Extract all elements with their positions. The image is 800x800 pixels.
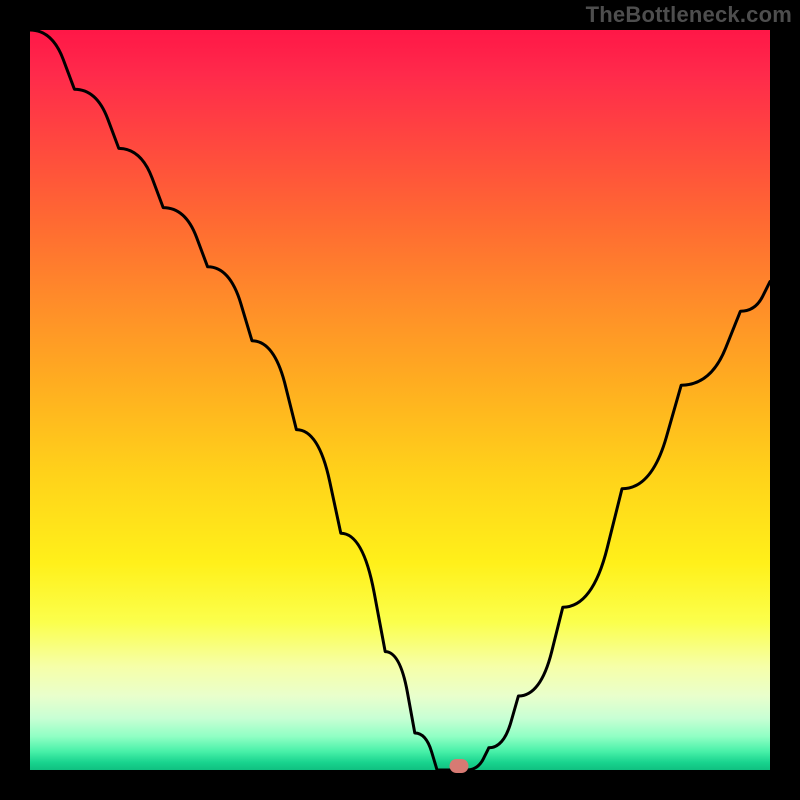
plot-area [30,30,770,770]
bottleneck-curve [30,30,770,770]
curve-path [30,30,770,770]
chart-container: TheBottleneck.com [0,0,800,800]
optimal-point-marker [450,759,469,773]
watermark-text: TheBottleneck.com [586,2,792,28]
